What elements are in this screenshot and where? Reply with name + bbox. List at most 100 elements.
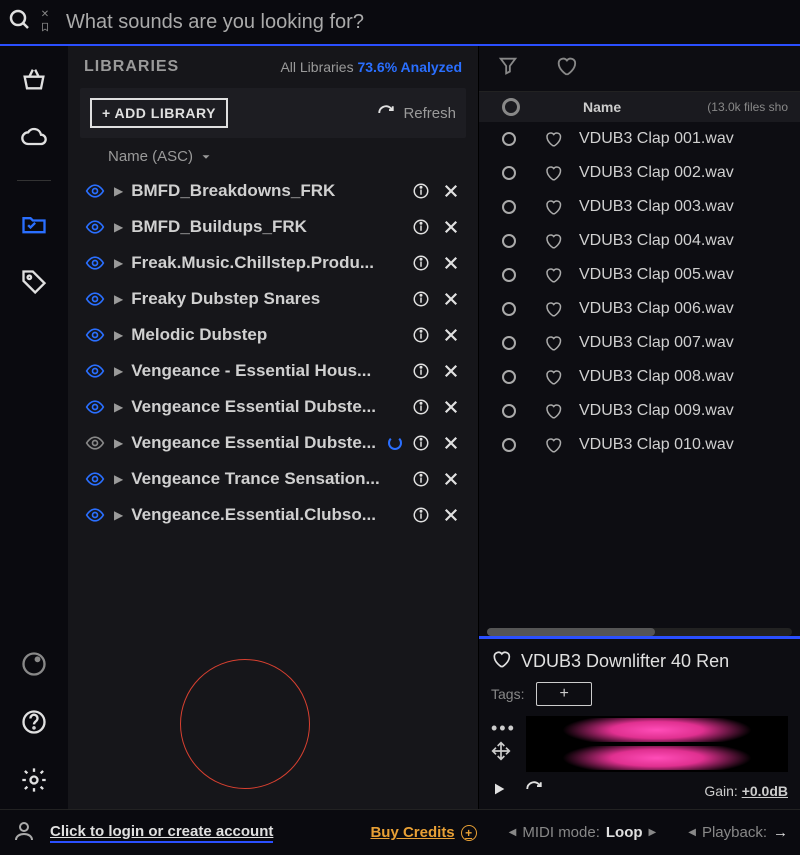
favorite-icon[interactable] <box>531 334 575 352</box>
more-options-icon[interactable]: ••• <box>491 723 516 733</box>
info-icon[interactable] <box>410 506 432 524</box>
favorite-icon[interactable] <box>531 130 575 148</box>
favorite-icon[interactable] <box>531 436 575 454</box>
info-icon[interactable] <box>410 398 432 416</box>
expand-icon[interactable]: ▶ <box>114 328 123 342</box>
remove-icon[interactable] <box>440 290 462 308</box>
library-item[interactable]: ▶ Freaky Dubstep Snares <box>80 281 466 317</box>
info-icon[interactable] <box>410 434 432 452</box>
select-circle[interactable] <box>491 234 527 248</box>
info-icon[interactable] <box>410 254 432 272</box>
file-row[interactable]: VDUB3 Clap 004.wav <box>479 224 800 258</box>
visibility-toggle-icon[interactable] <box>84 469 106 489</box>
expand-icon[interactable]: ▶ <box>114 292 123 306</box>
bookmark-icon[interactable] <box>40 22 50 35</box>
playback-mode-control[interactable]: ◀ Playback: → <box>688 824 788 841</box>
expand-icon[interactable]: ▶ <box>114 256 123 270</box>
refresh-button[interactable]: Refresh <box>377 104 456 122</box>
visibility-toggle-icon[interactable] <box>84 181 106 201</box>
info-icon[interactable] <box>410 290 432 308</box>
select-circle[interactable] <box>491 438 527 452</box>
library-item[interactable]: ▶ BMFD_Breakdowns_FRK <box>80 173 466 209</box>
login-link[interactable]: Click to login or create account <box>50 823 273 843</box>
info-icon[interactable] <box>410 218 432 236</box>
favorite-icon[interactable] <box>531 164 575 182</box>
favorite-icon[interactable] <box>531 402 575 420</box>
remove-icon[interactable] <box>440 362 462 380</box>
select-circle[interactable] <box>491 200 527 214</box>
preview-favorite-icon[interactable] <box>491 649 511 674</box>
visibility-toggle-icon[interactable] <box>84 397 106 417</box>
filter-icon[interactable] <box>497 55 519 82</box>
remove-icon[interactable] <box>440 326 462 344</box>
library-item[interactable]: ▶ Melodic Dubstep <box>80 317 466 353</box>
library-item[interactable]: ▶ Vengeance Essential Dubste... <box>80 425 466 461</box>
select-all-circle[interactable] <box>502 98 520 116</box>
select-circle[interactable] <box>491 336 527 350</box>
file-row[interactable]: VDUB3 Clap 005.wav <box>479 258 800 292</box>
library-item[interactable]: ▶ Freak.Music.Chillstep.Produ... <box>80 245 466 281</box>
expand-icon[interactable]: ▶ <box>114 472 123 486</box>
add-tag-button[interactable]: + <box>536 682 591 706</box>
visibility-toggle-icon[interactable] <box>84 505 106 525</box>
info-icon[interactable] <box>410 182 432 200</box>
name-column-header[interactable]: Name <box>531 99 707 115</box>
remove-icon[interactable] <box>440 434 462 452</box>
select-circle[interactable] <box>491 166 527 180</box>
file-row[interactable]: VDUB3 Clap 001.wav <box>479 122 800 156</box>
midi-mode-control[interactable]: ◀ MIDI mode: Loop ▶ <box>509 824 657 841</box>
select-circle[interactable] <box>491 132 527 146</box>
expand-icon[interactable]: ▶ <box>114 184 123 198</box>
cloud-icon[interactable] <box>19 122 49 152</box>
info-icon[interactable] <box>410 470 432 488</box>
waveform-display[interactable] <box>526 716 788 772</box>
expand-icon[interactable]: ▶ <box>114 508 123 522</box>
info-icon[interactable] <box>410 326 432 344</box>
file-row[interactable]: VDUB3 Clap 008.wav <box>479 360 800 394</box>
sort-selector[interactable]: Name (ASC) <box>80 138 466 173</box>
info-icon[interactable] <box>410 362 432 380</box>
visibility-toggle-icon[interactable] <box>84 253 106 273</box>
file-row[interactable]: VDUB3 Clap 002.wav <box>479 156 800 190</box>
visibility-toggle-icon[interactable] <box>84 289 106 309</box>
add-library-button[interactable]: + ADD LIBRARY <box>90 98 228 128</box>
expand-icon[interactable]: ▶ <box>114 220 123 234</box>
gain-control[interactable]: Gain: +0.0dB <box>704 783 788 799</box>
buy-credits-link[interactable]: Buy Credits + <box>370 824 476 841</box>
library-item[interactable]: ▶ Vengeance Essential Dubste... <box>80 389 466 425</box>
select-circle[interactable] <box>491 370 527 384</box>
user-icon[interactable] <box>12 819 36 847</box>
visibility-toggle-icon[interactable] <box>84 217 106 237</box>
remove-icon[interactable] <box>440 254 462 272</box>
basket-icon[interactable] <box>19 64 49 94</box>
favorite-icon[interactable] <box>531 266 575 284</box>
library-item[interactable]: ▶ Vengeance Trance Sensation... <box>80 461 466 497</box>
gauge-icon[interactable] <box>19 649 49 679</box>
search-icon[interactable] <box>8 8 32 37</box>
select-circle[interactable] <box>491 404 527 418</box>
remove-icon[interactable] <box>440 470 462 488</box>
search-input[interactable] <box>58 11 792 34</box>
select-circle[interactable] <box>491 302 527 316</box>
file-row[interactable]: VDUB3 Clap 009.wav <box>479 394 800 428</box>
expand-icon[interactable]: ▶ <box>114 364 123 378</box>
horizontal-scrollbar[interactable] <box>487 628 792 636</box>
favorite-icon[interactable] <box>531 300 575 318</box>
expand-icon[interactable]: ▶ <box>114 436 123 450</box>
visibility-toggle-icon[interactable] <box>84 325 106 345</box>
expand-icon[interactable]: ▶ <box>114 400 123 414</box>
favorite-icon[interactable] <box>531 198 575 216</box>
tag-icon[interactable] <box>19 267 49 297</box>
play-button[interactable] <box>491 781 507 800</box>
select-circle[interactable] <box>491 268 527 282</box>
move-icon[interactable] <box>491 741 516 766</box>
favorite-filter-icon[interactable] <box>555 55 577 82</box>
remove-icon[interactable] <box>440 182 462 200</box>
remove-icon[interactable] <box>440 506 462 524</box>
remove-icon[interactable] <box>440 398 462 416</box>
visibility-toggle-icon[interactable] <box>84 361 106 381</box>
file-row[interactable]: VDUB3 Clap 006.wav <box>479 292 800 326</box>
file-row[interactable]: VDUB3 Clap 010.wav <box>479 428 800 462</box>
gear-icon[interactable] <box>19 765 49 795</box>
library-item[interactable]: ▶ BMFD_Buildups_FRK <box>80 209 466 245</box>
